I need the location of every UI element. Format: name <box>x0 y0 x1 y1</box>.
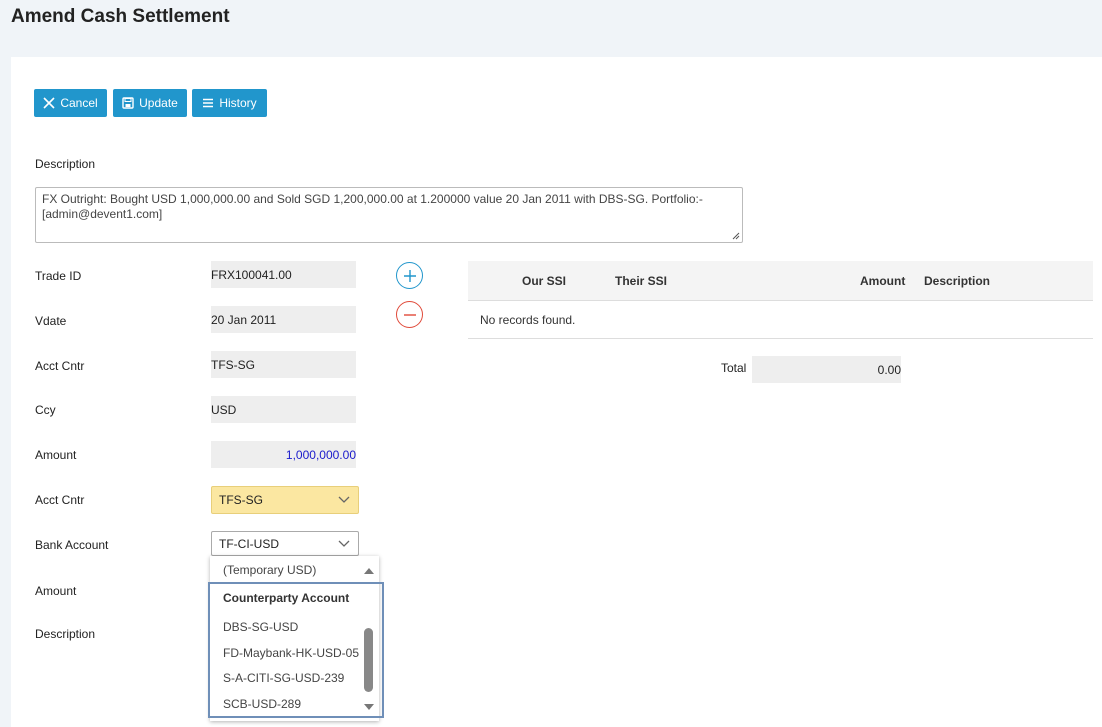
col-description[interactable]: Description <box>924 274 990 288</box>
vdate-field: 20 Jan 2011 <box>211 306 356 333</box>
acct-cntr-select-value: TFS-SG <box>219 493 263 507</box>
page-title: Amend Cash Settlement <box>11 6 230 27</box>
dropdown-option[interactable]: FD-Maybank-HK-USD-05 <box>223 646 359 660</box>
ccy-value: USD <box>211 402 237 417</box>
form-card: Cancel Update History Description FX Out… <box>11 57 1102 727</box>
trade-id-label: Trade ID <box>35 269 82 283</box>
ssi-table-header: Our SSI Their SSI Amount Description <box>468 261 1093 301</box>
total-value-field: 0.00 <box>752 356 901 383</box>
dropdown-option[interactable]: SCB-USD-289 <box>223 697 301 711</box>
description2-label: Description <box>35 627 96 641</box>
empty-message: No records found. <box>480 313 576 327</box>
add-row-button[interactable] <box>396 262 423 289</box>
acct-cntr-select-label: Acct Cntr <box>35 493 85 507</box>
col-our-ssi[interactable]: Our SSI <box>522 274 566 288</box>
vdate-label: Vdate <box>35 314 67 328</box>
amount-value: 1,000,000.00 <box>285 447 356 462</box>
acct-cntr-field: TFS-SG <box>211 351 356 378</box>
table-empty-row: No records found. <box>468 301 1093 339</box>
history-button[interactable]: History <box>192 89 267 117</box>
bank-account-dropdown[interactable]: (Temporary USD) Counterparty Account DBS… <box>208 556 384 721</box>
dropdown-scrollbar-thumb[interactable] <box>364 628 373 692</box>
col-amount[interactable]: Amount <box>860 274 905 288</box>
acct-cntr-value: TFS-SG <box>211 357 255 372</box>
trade-id-value: FRX100041.00 <box>211 267 292 282</box>
bank-account-label: Bank Account <box>35 538 109 552</box>
menu-icon <box>203 98 214 108</box>
cancel-label: Cancel <box>60 96 98 110</box>
amount-label: Amount <box>35 448 77 462</box>
total-value: 0.00 <box>877 362 901 377</box>
dropdown-option[interactable]: (Temporary USD) <box>223 563 316 577</box>
plus-icon <box>403 269 416 282</box>
col-their-ssi[interactable]: Their SSI <box>615 274 667 288</box>
update-button[interactable]: Update <box>113 89 187 117</box>
amount2-label: Amount <box>35 584 77 598</box>
bank-account-select[interactable]: TF-CI-USD <box>211 531 359 556</box>
ccy-label: Ccy <box>35 403 56 417</box>
resize-grip-icon[interactable] <box>732 232 740 240</box>
description-label: Description <box>35 157 96 171</box>
description-text: FX Outright: Bought USD 1,000,000.00 and… <box>42 192 703 221</box>
minus-icon <box>403 313 416 316</box>
dropdown-option[interactable]: DBS-SG-USD <box>223 620 298 634</box>
cancel-button[interactable]: Cancel <box>34 89 107 117</box>
dropdown-option[interactable]: S-A-CITI-SG-USD-239 <box>223 671 344 685</box>
update-label: Update <box>139 96 178 110</box>
acct-cntr-select[interactable]: TFS-SG <box>211 486 359 514</box>
description-textarea[interactable]: FX Outright: Bought USD 1,000,000.00 and… <box>35 187 743 243</box>
total-label: Total <box>721 361 747 375</box>
chevron-down-icon <box>338 496 350 503</box>
scroll-up-icon[interactable] <box>363 567 375 575</box>
history-label: History <box>219 96 257 110</box>
ccy-field: USD <box>211 396 356 423</box>
remove-row-button[interactable] <box>396 301 423 328</box>
acct-cntr-label: Acct Cntr <box>35 359 85 373</box>
save-icon <box>122 97 134 109</box>
amount-field: 1,000,000.00 <box>211 441 356 468</box>
trade-id-field: FRX100041.00 <box>211 261 356 288</box>
vdate-value: 20 Jan 2011 <box>211 312 277 327</box>
chevron-down-icon <box>338 540 350 547</box>
close-icon <box>43 97 55 109</box>
bank-account-value: TF-CI-USD <box>219 536 279 551</box>
dropdown-group-label: Counterparty Account <box>223 591 350 605</box>
scroll-down-icon[interactable] <box>363 703 375 711</box>
